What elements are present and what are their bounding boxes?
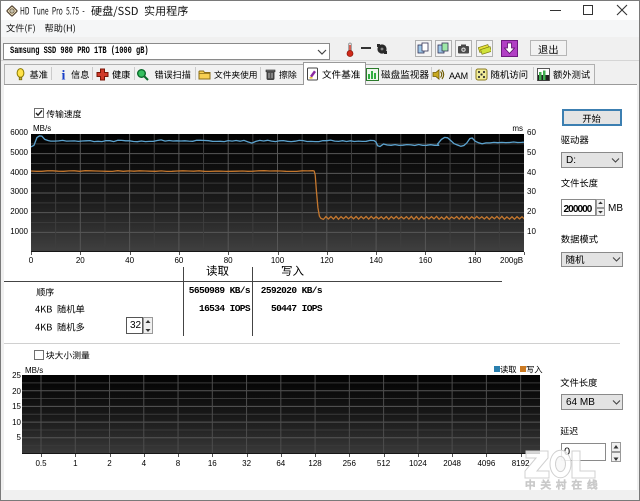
svg-text:i: i xyxy=(62,69,66,82)
